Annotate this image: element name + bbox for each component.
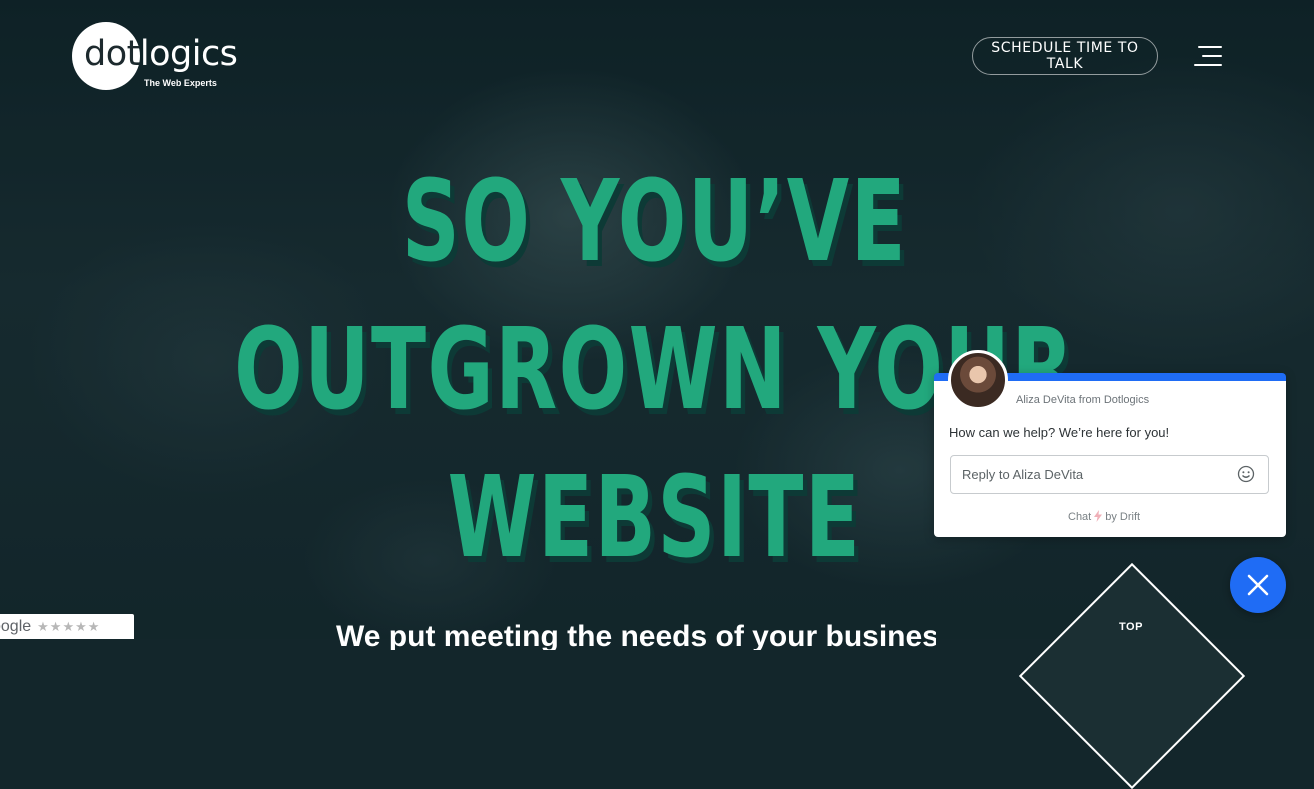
- chat-close-button[interactable]: [1230, 557, 1286, 613]
- hero-subheading: We put meeting the needs of your busines…: [336, 620, 936, 650]
- logo-word-dot: dot: [84, 34, 140, 74]
- headline-line-1: SO YOU’VE: [401, 157, 908, 287]
- agent-avatar: [948, 350, 1008, 410]
- chat-welcome-message: How can we help? We’re here for you!: [949, 425, 1170, 440]
- emoji-icon[interactable]: [1237, 465, 1255, 483]
- logo-word-logics: logics: [139, 34, 238, 74]
- footer-by-drift-text: by Drift: [1105, 511, 1141, 523]
- google-review-badge[interactable]: oogle ★★★★★: [0, 614, 134, 639]
- lightning-bolt-icon: [1094, 510, 1103, 522]
- close-icon: [1247, 574, 1269, 596]
- schedule-time-button[interactable]: SCHEDULE TIME TO TALK: [972, 37, 1158, 75]
- chat-powered-by[interactable]: Chat by Drift: [1068, 510, 1140, 523]
- hamburger-menu-icon[interactable]: [1194, 44, 1224, 68]
- google-logo-text: oogle: [0, 617, 32, 635]
- dotlogics-logo[interactable]: dotlogics The Web Experts: [72, 22, 252, 94]
- rating-stars-icon: ★★★★★: [37, 618, 101, 634]
- logo-tagline: The Web Experts: [144, 78, 217, 88]
- chat-reply-input[interactable]: [950, 455, 1269, 494]
- logo-wordmark: dotlogics: [84, 34, 238, 74]
- footer-chat-text: Chat: [1068, 511, 1092, 523]
- chat-agent-name: Aliza DeVita from Dotlogics: [1016, 394, 1150, 406]
- top-badge-label: TOP: [1119, 621, 1143, 633]
